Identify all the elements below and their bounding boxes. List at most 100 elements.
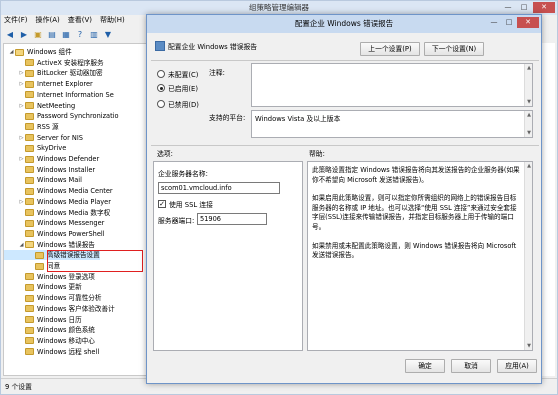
tree-item[interactable]: ▷ Windows Media Player xyxy=(4,197,111,207)
tree-item-label: Windows 移动中心 xyxy=(37,336,95,345)
tree-item-label: Windows Installer xyxy=(37,165,96,174)
tree-item[interactable]: ◢ Windows 错误报告 xyxy=(4,240,95,250)
tree-item-label: Windows 日历 xyxy=(37,315,82,324)
use-ssl-checkbox[interactable]: ✓ 使用 SSL 连接 xyxy=(158,199,213,209)
setting-header: 配置企业 Windows 错误报告 xyxy=(155,41,257,51)
scroll-up-icon[interactable]: ▲ xyxy=(525,111,533,119)
tree-item-label: Windows Messenger xyxy=(37,219,105,228)
tree-item[interactable]: ▷ Internet Explorer xyxy=(4,79,93,89)
tree-item[interactable]: Internet Information Se xyxy=(4,90,114,100)
tree-item[interactable]: ▷ BitLocker 驱动器加密 xyxy=(4,68,103,78)
server-port-label: 服务器端口: xyxy=(158,217,195,225)
tree-item[interactable]: Windows Mail xyxy=(4,175,82,185)
menu-view[interactable]: 查看(V) xyxy=(68,15,92,26)
back-icon[interactable]: ◀ xyxy=(4,29,16,40)
tree-item[interactable]: ◢ Windows 组件 xyxy=(4,47,72,57)
scroll-down-icon[interactable]: ▼ xyxy=(525,129,533,137)
folder-icon xyxy=(35,262,44,270)
server-name-input[interactable]: scom01.vmcloud.info xyxy=(158,182,280,194)
tree-item[interactable]: RSS 源 xyxy=(4,122,59,132)
help-paragraph: 如果禁用或未配置此策略设置，则 Windows 错误报告将向 Microsoft… xyxy=(312,241,517,260)
tree-item-label: Windows 颜色系统 xyxy=(37,326,95,335)
expanded-arrow-icon[interactable]: ◢ xyxy=(8,47,15,57)
folder-icon xyxy=(25,69,34,77)
collapsed-arrow-icon[interactable]: ▷ xyxy=(18,101,25,111)
tree-item[interactable]: Windows 日历 xyxy=(4,315,82,325)
radio-not-configured[interactable]: 未配置(C) xyxy=(157,69,198,79)
tree-item[interactable]: ▷ Server for NIS xyxy=(4,133,83,143)
tree-item[interactable]: Windows 移动中心 xyxy=(4,336,95,346)
radio-dot xyxy=(157,84,165,92)
collapsed-arrow-icon[interactable]: ▷ xyxy=(18,79,25,89)
tree-item[interactable]: Windows Installer xyxy=(4,165,95,175)
tree-item[interactable]: Windows 远程 shell xyxy=(4,347,99,357)
tree-item-label: SkyDrive xyxy=(37,144,67,153)
tree-item[interactable]: Windows Messenger xyxy=(4,218,104,228)
tree-item-label: Windows Media Player xyxy=(37,197,111,206)
radio-enabled[interactable]: 已启用(E) xyxy=(157,83,198,93)
expanded-arrow-icon[interactable]: ◢ xyxy=(18,240,25,250)
scroll-up-icon[interactable]: ▲ xyxy=(525,64,533,72)
comment-scrollbar[interactable]: ▲ ▼ xyxy=(524,64,532,106)
tree-item-label: RSS 源 xyxy=(37,122,59,131)
list-view-icon[interactable]: ▥ xyxy=(88,29,100,40)
tree-item[interactable]: Windows PowerShell xyxy=(4,229,105,239)
folder-icon xyxy=(25,348,34,356)
tree-item[interactable]: Windows 更新 xyxy=(4,282,82,292)
close-icon[interactable]: ✕ xyxy=(533,2,555,13)
tree-item[interactable]: ▷ NetMeeting xyxy=(4,101,76,111)
filter-icon[interactable]: ▼ xyxy=(102,29,114,40)
ok-button[interactable]: 确定 xyxy=(405,359,445,373)
collapsed-arrow-icon[interactable]: ▷ xyxy=(18,68,25,78)
help-scrollbar[interactable]: ▲ ▼ xyxy=(524,162,532,350)
tree-item[interactable]: ActiveX 安装程序服务 xyxy=(4,58,104,68)
tree-item-label: Internet Explorer xyxy=(37,80,93,89)
tree-item-label: Windows 客户体验改善计 xyxy=(37,304,115,313)
tree-item[interactable]: SkyDrive xyxy=(4,143,66,153)
folder-icon xyxy=(25,80,34,88)
tree-item[interactable]: Windows 客户体验改善计 xyxy=(4,304,115,314)
collapsed-arrow-icon[interactable]: ▷ xyxy=(18,133,25,143)
menu-action[interactable]: 操作(A) xyxy=(36,15,60,26)
menu-file[interactable]: 文件(F) xyxy=(4,15,28,26)
tree-item[interactable]: Windows 颜色系统 xyxy=(4,325,95,335)
scroll-down-icon[interactable]: ▼ xyxy=(525,98,533,106)
folder-icon xyxy=(15,48,24,56)
show-tree-icon[interactable]: ▤ xyxy=(46,29,58,40)
dialog-close-icon[interactable]: ✕ xyxy=(517,17,539,28)
comment-textarea[interactable]: ▲ ▼ xyxy=(251,63,533,107)
server-name-label: 企业服务器名称: xyxy=(158,170,208,178)
use-ssl-label: 使用 SSL 连接 xyxy=(169,201,213,209)
tree-item-label: Windows PowerShell xyxy=(37,229,105,238)
policy-setting-icon xyxy=(155,41,165,51)
tree-item[interactable]: Windows 可靠性分析 xyxy=(4,293,102,303)
properties-icon[interactable]: ▦ xyxy=(60,29,72,40)
forward-icon[interactable]: ▶ xyxy=(18,29,30,40)
cancel-button[interactable]: 取消 xyxy=(451,359,491,373)
scroll-up-icon[interactable]: ▲ xyxy=(525,162,532,170)
help-icon[interactable]: ? xyxy=(74,29,86,40)
tree-item[interactable]: ▷ Windows Defender xyxy=(4,154,100,164)
next-setting-button[interactable]: 下一个设置(N) xyxy=(424,42,484,56)
collapsed-arrow-icon[interactable]: ▷ xyxy=(18,197,25,207)
up-folder-icon[interactable]: ▣ xyxy=(32,29,44,40)
policy-setting-dialog: 配置企业 Windows 错误报告 — □ ✕ 配置企业 Windows 错误报… xyxy=(146,14,542,384)
tree-item[interactable]: Windows Media 数字权 xyxy=(4,208,110,218)
tree-item[interactable]: Password Synchronizatio xyxy=(4,111,119,121)
editor-title: 组策略管理编辑器 xyxy=(249,3,309,12)
tree-item[interactable]: Windows Media Center xyxy=(4,186,113,196)
scroll-down-icon[interactable]: ▼ xyxy=(525,342,532,350)
dialog-maximize-icon[interactable]: □ xyxy=(502,17,516,28)
apply-button[interactable]: 应用(A) xyxy=(497,359,537,373)
options-label: 选项: xyxy=(157,150,173,158)
collapsed-arrow-icon[interactable]: ▷ xyxy=(18,154,25,164)
dialog-minimize-icon[interactable]: — xyxy=(487,17,501,28)
maximize-icon[interactable]: □ xyxy=(517,2,531,13)
tree-item[interactable]: Windows 登录选项 xyxy=(4,272,95,282)
server-port-input[interactable]: 51906 xyxy=(197,213,267,225)
platform-scrollbar[interactable]: ▲ ▼ xyxy=(524,111,532,137)
radio-disabled[interactable]: 已禁用(D) xyxy=(157,99,199,109)
minimize-icon[interactable]: — xyxy=(501,2,515,13)
previous-setting-button[interactable]: 上一个设置(P) xyxy=(360,42,420,56)
menu-help[interactable]: 帮助(H) xyxy=(100,15,125,26)
